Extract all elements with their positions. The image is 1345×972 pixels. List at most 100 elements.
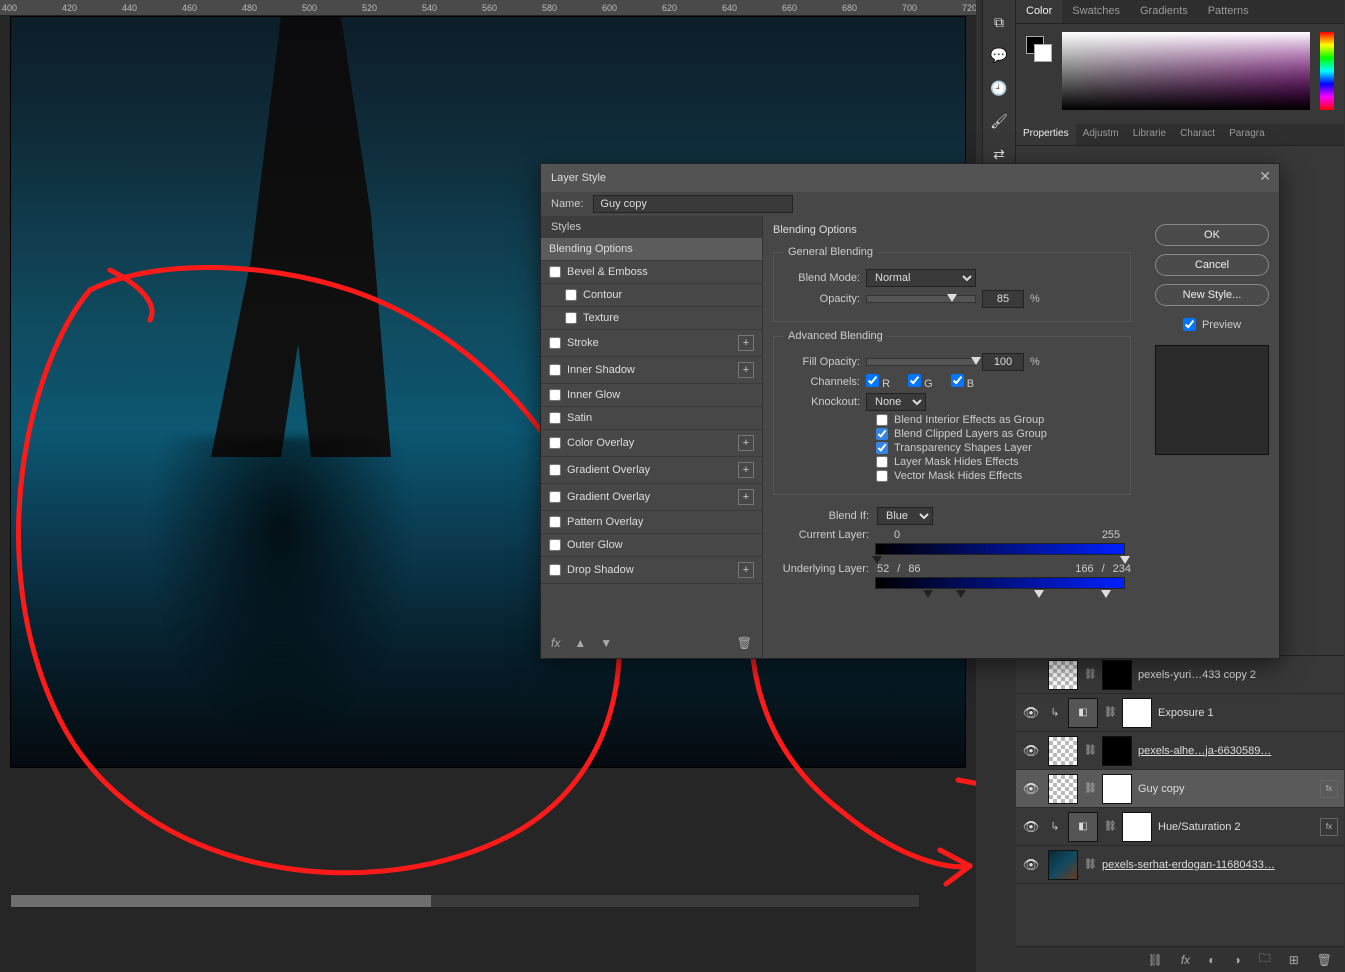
layer-row[interactable]: 👁⛓pexels-serhat-erdogan-11680433…: [1016, 846, 1344, 884]
style-checkbox[interactable]: [549, 539, 561, 551]
blend-clipped-check[interactable]: [876, 428, 888, 440]
style-checkbox[interactable]: [549, 437, 561, 449]
add-effect-icon[interactable]: +: [738, 489, 754, 505]
visibility-toggle-icon[interactable]: 👁: [1020, 781, 1042, 797]
brush-icon[interactable]: 🖌: [990, 113, 1008, 130]
ok-button[interactable]: OK: [1155, 224, 1269, 246]
delete-layer-icon[interactable]: 🗑: [1317, 953, 1332, 967]
mask-thumb[interactable]: [1102, 736, 1132, 766]
layer-name[interactable]: pexels-serhat-erdogan-11680433…: [1102, 859, 1338, 871]
layer-name[interactable]: Exposure 1: [1158, 707, 1338, 719]
style-item[interactable]: Inner Glow: [541, 384, 762, 407]
adjustment-thumb[interactable]: ◧: [1068, 698, 1098, 728]
tab-gradients[interactable]: Gradients: [1130, 0, 1198, 23]
dialog-titlebar[interactable]: Layer Style ✕: [541, 164, 1279, 192]
style-checkbox[interactable]: [549, 389, 561, 401]
panel-icon-1[interactable]: ⧉: [994, 14, 1004, 31]
under-white-slider-a[interactable]: [1034, 590, 1044, 598]
layer-thumb[interactable]: [1048, 850, 1078, 880]
mask-thumb[interactable]: [1102, 774, 1132, 804]
tab-color[interactable]: Color: [1016, 0, 1062, 23]
mask-thumb[interactable]: [1122, 812, 1152, 842]
blend-mode-select[interactable]: Normal: [866, 269, 976, 287]
style-item[interactable]: Stroke+: [541, 330, 762, 357]
visibility-toggle-icon[interactable]: 👁: [1020, 705, 1042, 721]
under-black-slider-a[interactable]: [923, 590, 933, 598]
layer-name[interactable]: pexels-alhe…ja-6630589…: [1138, 745, 1338, 757]
style-item[interactable]: Blending Options: [541, 238, 762, 261]
dialog-close-icon[interactable]: ✕: [1259, 168, 1271, 185]
style-checkbox[interactable]: [549, 516, 561, 528]
current-layer-gradient[interactable]: [875, 543, 1125, 555]
style-checkbox[interactable]: [549, 364, 561, 376]
underlying-layer-gradient[interactable]: [875, 577, 1125, 589]
history-icon[interactable]: 🕘: [990, 80, 1007, 97]
layer-thumb[interactable]: [1048, 660, 1078, 690]
style-item[interactable]: Gradient Overlay+: [541, 457, 762, 484]
style-checkbox[interactable]: [549, 564, 561, 576]
under-black-slider-b[interactable]: [956, 590, 966, 598]
color-field[interactable]: [1062, 32, 1310, 110]
visibility-toggle-icon[interactable]: 👁: [1020, 743, 1042, 759]
layer-row[interactable]: ⛓pexels-yuri…433 copy 2: [1016, 656, 1344, 694]
blend-if-channel-select[interactable]: Blue: [877, 507, 933, 525]
visibility-toggle-icon[interactable]: 👁: [1020, 819, 1042, 835]
visibility-toggle-icon[interactable]: 👁: [1020, 857, 1042, 873]
styles-down-icon[interactable]: ▼: [600, 636, 612, 650]
tab-patterns[interactable]: Patterns: [1198, 0, 1259, 23]
style-item[interactable]: Gradient Overlay+: [541, 484, 762, 511]
vector-mask-hides-check[interactable]: [876, 470, 888, 482]
style-item[interactable]: Inner Shadow+: [541, 357, 762, 384]
tab-charact[interactable]: Charact: [1173, 124, 1222, 145]
layer-fx-badge[interactable]: fx: [1320, 818, 1338, 836]
opacity-input[interactable]: [982, 290, 1024, 308]
preview-checkbox[interactable]: Preview: [1155, 318, 1269, 331]
layer-fx-icon[interactable]: fx: [1181, 953, 1190, 967]
style-item[interactable]: Bevel & Emboss: [541, 261, 762, 284]
adjustment-layer-icon[interactable]: ◑: [1233, 953, 1240, 967]
style-item[interactable]: Contour: [541, 284, 762, 307]
add-effect-icon[interactable]: +: [738, 335, 754, 351]
layer-name[interactable]: Hue/Saturation 2: [1158, 821, 1314, 833]
styles-delete-icon[interactable]: 🗑: [737, 636, 752, 650]
tab-properties[interactable]: Properties: [1016, 124, 1076, 145]
blend-interior-check[interactable]: [876, 414, 888, 426]
add-effect-icon[interactable]: +: [738, 462, 754, 478]
layer-row[interactable]: 👁↳◧⛓Exposure 1: [1016, 694, 1344, 732]
adjustment-thumb[interactable]: ◧: [1068, 812, 1098, 842]
hue-strip[interactable]: [1320, 32, 1334, 110]
layer-name[interactable]: Guy copy: [1138, 783, 1314, 795]
add-effect-icon[interactable]: +: [738, 562, 754, 578]
styles-up-icon[interactable]: ▲: [574, 636, 586, 650]
style-checkbox[interactable]: [549, 412, 561, 424]
adjust-icon[interactable]: ⇄: [993, 146, 1005, 163]
layer-row[interactable]: 👁⛓Guy copyfx: [1016, 770, 1344, 808]
link-layers-icon[interactable]: ⛓: [1148, 953, 1163, 967]
current-white-slider[interactable]: [1120, 556, 1130, 564]
add-effect-icon[interactable]: +: [738, 362, 754, 378]
tab-swatches[interactable]: Swatches: [1062, 0, 1130, 23]
style-item[interactable]: Drop Shadow+: [541, 557, 762, 584]
fg-bg-swatches[interactable]: [1026, 36, 1052, 62]
tab-librarie[interactable]: Librarie: [1126, 124, 1173, 145]
layer-thumb[interactable]: [1048, 736, 1078, 766]
layer-row[interactable]: 👁↳◧⛓Hue/Saturation 2fx: [1016, 808, 1344, 846]
comment-icon[interactable]: 💬: [990, 47, 1007, 64]
mask-thumb[interactable]: [1102, 660, 1132, 690]
channel-r-check[interactable]: R: [866, 374, 890, 390]
tab-adjustm[interactable]: Adjustm: [1076, 124, 1126, 145]
layer-fx-badge[interactable]: fx: [1320, 780, 1338, 798]
fill-opacity-slider[interactable]: [866, 358, 976, 366]
style-item[interactable]: Texture: [541, 307, 762, 330]
style-checkbox[interactable]: [549, 491, 561, 503]
channel-b-check[interactable]: B: [951, 374, 974, 390]
new-style-button[interactable]: New Style...: [1155, 284, 1269, 306]
background-swatch[interactable]: [1034, 44, 1052, 62]
tab-paragra[interactable]: Paragra: [1222, 124, 1272, 145]
under-white-slider-b[interactable]: [1101, 590, 1111, 598]
transparency-shapes-check[interactable]: [876, 442, 888, 454]
layer-mask-hides-check[interactable]: [876, 456, 888, 468]
channel-g-check[interactable]: G: [908, 374, 933, 390]
add-effect-icon[interactable]: +: [738, 435, 754, 451]
cancel-button[interactable]: Cancel: [1155, 254, 1269, 276]
